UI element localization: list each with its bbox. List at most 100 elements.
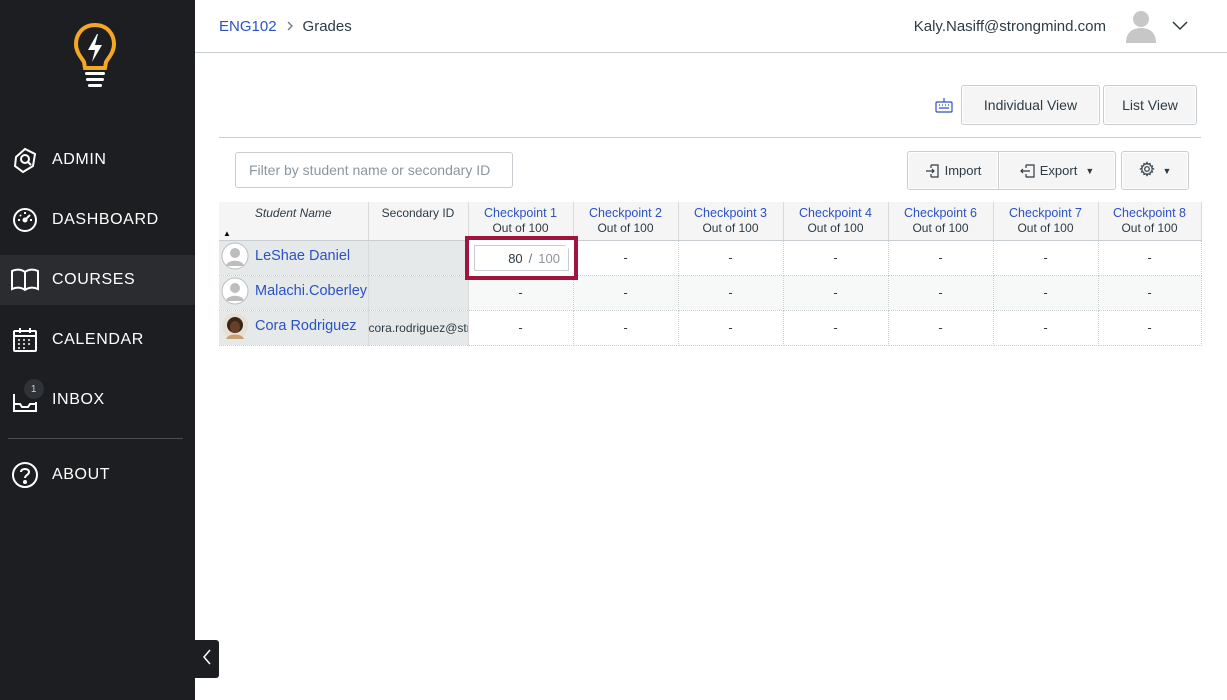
- student-link[interactable]: LeShae Daniel: [221, 242, 350, 270]
- grade-cell[interactable]: -: [888, 240, 994, 276]
- inbox-icon: 1: [10, 379, 44, 415]
- nav-label-inbox: INBOX: [52, 391, 105, 408]
- nav-item-dashboard[interactable]: DASHBOARD: [0, 195, 195, 245]
- collapse-sidebar-button[interactable]: [195, 640, 219, 678]
- assignment-title-link[interactable]: Checkpoint 2: [574, 206, 678, 221]
- export-button[interactable]: Export ▼: [999, 151, 1116, 190]
- assignment-column-header[interactable]: Checkpoint 2 Out of 100: [573, 202, 679, 241]
- table-row: Cora Rodriguez cora.rodriguez@strongmind…: [219, 310, 1202, 346]
- gear-icon: [1138, 161, 1155, 180]
- book-icon: [10, 265, 40, 295]
- student-photo-avatar: [221, 312, 249, 340]
- table-row: Malachi.Coberley - - - - - - -: [219, 275, 1202, 311]
- calendar-icon: [10, 325, 40, 355]
- assignment-title-link[interactable]: Checkpoint 7: [994, 206, 1098, 221]
- secondary-id-column-header[interactable]: Secondary ID: [368, 202, 469, 241]
- shield-icon: [10, 145, 40, 175]
- grade-cell[interactable]: -: [783, 310, 889, 346]
- assignment-points: Out of 100: [807, 221, 864, 235]
- nav-item-inbox[interactable]: 1 INBOX: [0, 375, 195, 425]
- assignment-title-link[interactable]: Checkpoint 6: [889, 206, 993, 221]
- individual-view-button[interactable]: Individual View: [961, 85, 1100, 125]
- nav-label-about: ABOUT: [52, 466, 111, 483]
- grade-cell[interactable]: -: [783, 240, 889, 276]
- assignment-title-link[interactable]: Checkpoint 4: [784, 206, 888, 221]
- grade-cell[interactable]: -: [678, 240, 784, 276]
- nav-item-about[interactable]: ABOUT: [0, 450, 195, 500]
- assignment-column-header[interactable]: Checkpoint 6 Out of 100: [888, 202, 994, 241]
- grade-cell[interactable]: -: [468, 310, 574, 346]
- grade-cell[interactable]: -: [1098, 310, 1202, 346]
- assignment-title-link[interactable]: Checkpoint 8: [1099, 206, 1201, 221]
- student-name-cell[interactable]: Cora Rodriguez: [219, 310, 369, 346]
- student-name: Cora Rodriguez: [255, 318, 357, 334]
- breadcrumb-course-link[interactable]: ENG102: [219, 18, 277, 35]
- student-avatar-icon: [221, 277, 249, 305]
- nav-item-calendar[interactable]: CALENDAR: [0, 315, 195, 365]
- grade-cell[interactable]: -: [1098, 240, 1202, 276]
- chevron-left-icon: [202, 648, 212, 671]
- grid-header-row: Student Name ▲ Secondary ID Checkpoint 1…: [219, 202, 1202, 241]
- grade-cell[interactable]: -: [783, 275, 889, 311]
- list-view-button[interactable]: List View: [1103, 85, 1197, 125]
- top-header: ENG102 Grades Kaly.Nasiff@strongmind.com: [195, 0, 1227, 53]
- keyboard-shortcuts-icon[interactable]: [935, 97, 953, 113]
- assignment-column-header[interactable]: Checkpoint 7 Out of 100: [993, 202, 1099, 241]
- assignment-points: Out of 100: [702, 221, 759, 235]
- student-link[interactable]: Malachi.Coberley: [221, 277, 367, 305]
- import-label: Import: [944, 163, 982, 178]
- export-icon: [1019, 163, 1036, 179]
- caret-down-icon: ▼: [1162, 165, 1172, 176]
- assignment-column-header[interactable]: Checkpoint 3 Out of 100: [678, 202, 784, 241]
- nav-divider: [8, 438, 183, 439]
- nav-item-admin[interactable]: ADMIN: [0, 135, 195, 185]
- sort-ascending-icon[interactable]: ▲: [223, 229, 231, 238]
- assignment-points: Out of 100: [1017, 221, 1074, 235]
- breadcrumb-current: Grades: [302, 18, 352, 35]
- filter-students-input[interactable]: [235, 152, 513, 188]
- assignment-title-link[interactable]: Checkpoint 1: [469, 206, 573, 221]
- grade-cell[interactable]: -: [993, 240, 1099, 276]
- user-avatar-icon[interactable]: [1125, 9, 1157, 43]
- grade-cell[interactable]: -: [573, 240, 679, 276]
- student-avatar-icon: [221, 242, 249, 270]
- student-name-cell[interactable]: LeShae Daniel: [219, 240, 369, 276]
- grade-cell[interactable]: -: [573, 275, 679, 311]
- assignment-column-header[interactable]: Checkpoint 1 Out of 100: [468, 202, 574, 241]
- nav-item-courses[interactable]: COURSES: [0, 255, 195, 305]
- student-link[interactable]: Cora Rodriguez: [221, 312, 357, 340]
- nav-label-calendar: CALENDAR: [52, 331, 144, 348]
- grade-cell[interactable]: -: [888, 275, 994, 311]
- import-icon: [925, 163, 941, 179]
- assignment-column-header[interactable]: Checkpoint 4 Out of 100: [783, 202, 889, 241]
- active-grade-cell[interactable]: 80 / 100: [465, 236, 578, 280]
- grade-cell[interactable]: -: [573, 310, 679, 346]
- assignment-column-header[interactable]: Checkpoint 8 Out of 100: [1098, 202, 1202, 241]
- gradebook-settings-button[interactable]: ▼: [1121, 151, 1189, 190]
- secondary-id-cell: [368, 275, 469, 311]
- grade-cell[interactable]: -: [678, 310, 784, 346]
- grade-cell[interactable]: -: [1098, 275, 1202, 311]
- caret-down-icon: ▼: [1085, 165, 1095, 176]
- import-button[interactable]: Import: [907, 151, 999, 190]
- student-name-column-header[interactable]: Student Name ▲: [219, 202, 369, 241]
- inbox-badge: 1: [24, 379, 44, 399]
- user-menu-chevron-down-icon[interactable]: [1171, 17, 1189, 35]
- assignment-points: Out of 100: [492, 221, 549, 235]
- grade-separator: /: [528, 250, 533, 266]
- toolbar-divider: [219, 137, 1201, 138]
- assignment-title-link[interactable]: Checkpoint 3: [679, 206, 783, 221]
- assignment-points: Out of 100: [912, 221, 969, 235]
- grade-cell[interactable]: -: [678, 275, 784, 311]
- cell-menu-corner-icon[interactable]: [563, 243, 569, 249]
- secondary-id-cell: [368, 240, 469, 276]
- grade-score[interactable]: 80: [508, 251, 522, 266]
- grade-cell[interactable]: -: [888, 310, 994, 346]
- student-name: Malachi.Coberley: [255, 283, 368, 299]
- grade-cell[interactable]: -: [993, 310, 1099, 346]
- grade-cell[interactable]: -: [468, 275, 574, 311]
- lightbulb-logo-icon[interactable]: [73, 22, 117, 90]
- grade-input[interactable]: 80 / 100: [474, 245, 569, 271]
- grade-cell[interactable]: -: [993, 275, 1099, 311]
- student-name-cell[interactable]: Malachi.Coberley: [219, 275, 369, 311]
